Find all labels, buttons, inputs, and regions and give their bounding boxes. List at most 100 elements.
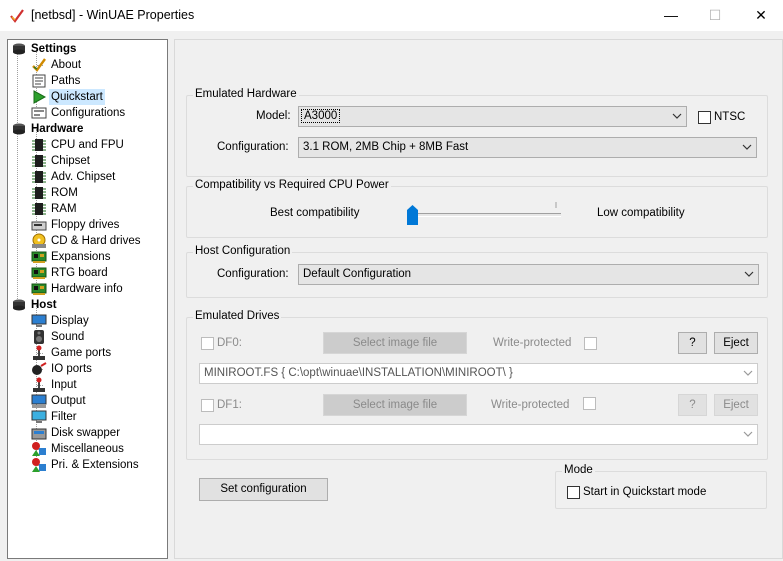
chip-icon [31,201,47,217]
display-icon [31,313,47,329]
df1-path-select[interactable] [199,424,758,445]
df0-help-button[interactable]: ? [678,332,707,354]
quickstart-panel: Emulated Hardware Model: A3000 NTSC Conf… [174,39,783,559]
play-icon [31,89,47,105]
minimize-button[interactable]: — [648,0,694,30]
df0-select-image-button[interactable]: Select image file [323,332,467,354]
host-configuration-value: Default Configuration [303,268,412,280]
maximize-button[interactable]: ☐ [692,0,738,30]
chip-icon [31,185,47,201]
chevron-down-icon [743,431,753,437]
emulated-hardware-group: Emulated Hardware Model: A3000 NTSC Conf… [186,88,768,177]
compatibility-group: Compatibility vs Required CPU Power Best… [186,179,768,238]
tree-root-line [17,49,18,305]
df1-select-image-button[interactable]: Select image file [323,394,467,416]
df0-eject-button[interactable]: Eject [714,332,758,354]
compatibility-slider-track [412,213,561,217]
compatibility-slider-tick [555,202,557,208]
emulated-drives-group: Emulated Drives DF0: Select image file W… [186,310,768,460]
close-button[interactable]: ✕ [738,0,783,30]
settings-icon [11,41,27,57]
host-configuration-label: Configuration: [217,268,289,280]
df1-checkbox[interactable] [201,399,214,412]
tree-item-label: RTG board [51,267,108,279]
tree-item-label: CD & Hard drives [51,235,141,247]
expansion-card-icon [31,281,47,297]
tree-item-label: Pri. & Extensions [51,459,139,471]
emulated-drives-title: Emulated Drives [193,310,282,322]
chip-icon [31,137,47,153]
hardware-configuration-select[interactable]: 3.1 ROM, 2MB Chip + 8MB Fast [298,137,757,158]
tree-item-label: Input [51,379,77,391]
compatibility-slider-thumb[interactable] [407,205,418,225]
host-configuration-group: Host Configuration Configuration: Defaul… [186,245,768,298]
expansion-card-icon [31,249,47,265]
misc-icon [31,457,47,473]
tree-item-label: CPU and FPU [51,139,124,151]
host-configuration-title: Host Configuration [193,245,293,257]
hardware-configuration-value: 3.1 ROM, 2MB Chip + 8MB Fast [303,141,469,153]
tree-item-label: Output [51,395,86,407]
hardware-icon [11,121,27,137]
configurations-icon [31,105,47,121]
model-select-value: A3000 [301,109,341,123]
joystick-icon [31,377,47,393]
output-icon [31,393,47,409]
configuration-label: Configuration: [217,141,289,153]
chevron-down-icon [743,370,753,376]
df0-write-protected-label: Write-protected [493,337,572,349]
host-configuration-select[interactable]: Default Configuration [298,264,759,285]
expansion-card-icon [31,265,47,281]
tree-item-label: Hardware info [51,283,123,295]
tree-item-label: About [51,59,82,71]
df1-eject-button[interactable]: Eject [714,394,758,416]
ntsc-checkbox[interactable] [698,111,711,124]
start-quickstart-checkbox[interactable] [567,486,580,499]
tree-item-label: Settings [31,43,77,55]
host-icon [11,297,27,313]
df0-path-value: MINIROOT.FS { C:\opt\winuae\INSTALLATION… [204,367,513,379]
tree-item-label: Game ports [51,347,112,359]
df0-path-select[interactable]: MINIROOT.FS { C:\opt\winuae\INSTALLATION… [199,363,758,384]
window-title: [netbsd] - WinUAE Properties [31,8,195,22]
tree-item-label: IO ports [51,363,92,375]
model-select[interactable]: A3000 [298,106,687,127]
hard-drive-icon [31,233,47,249]
tree-item-label: Host [31,299,57,311]
df1-write-protected-label: Write-protected [491,399,570,411]
tree-item-label: Quickstart [49,89,105,105]
emulated-hardware-title: Emulated Hardware [193,88,299,100]
check-icon [31,57,47,73]
tree-item-label: RAM [51,203,77,215]
io-ports-icon [31,361,47,377]
compatibility-title: Compatibility vs Required CPU Power [193,179,391,191]
tree-item-label: Miscellaneous [51,443,124,455]
df0-checkbox[interactable] [201,337,214,350]
sound-icon [31,329,47,345]
tree-item-label: Hardware [31,123,84,135]
best-compatibility-label: Best compatibility [270,207,360,219]
df0-label: DF0: [217,337,242,349]
set-configuration-button[interactable]: Set configuration [199,478,328,501]
df1-help-button[interactable]: ? [678,394,707,416]
tree-item-label: Display [51,315,89,327]
tree-item-label: Configurations [51,107,126,119]
chip-icon [31,169,47,185]
chevron-down-icon [742,144,752,150]
df0-write-protected-checkbox[interactable] [584,337,597,350]
tree-item-label: Expansions [51,251,111,263]
df1-label: DF1: [217,399,242,411]
tree-item-label: Floppy drives [51,219,120,231]
chevron-down-icon [672,113,682,119]
tree-item-label: Filter [51,411,77,423]
df1-write-protected-checkbox[interactable] [583,397,596,410]
filter-icon [31,409,47,425]
joystick-icon [31,345,47,361]
chip-icon [31,153,47,169]
winuae-logo-icon [10,9,24,23]
tree-item-label: Adv. Chipset [51,171,116,183]
tree-item-label: Paths [51,75,81,87]
ntsc-label: NTSC [714,111,746,123]
start-quickstart-label: Start in Quickstart mode [583,486,707,498]
settings-tree[interactable]: Settings About Paths Quickstart Configuratio… [7,39,168,559]
